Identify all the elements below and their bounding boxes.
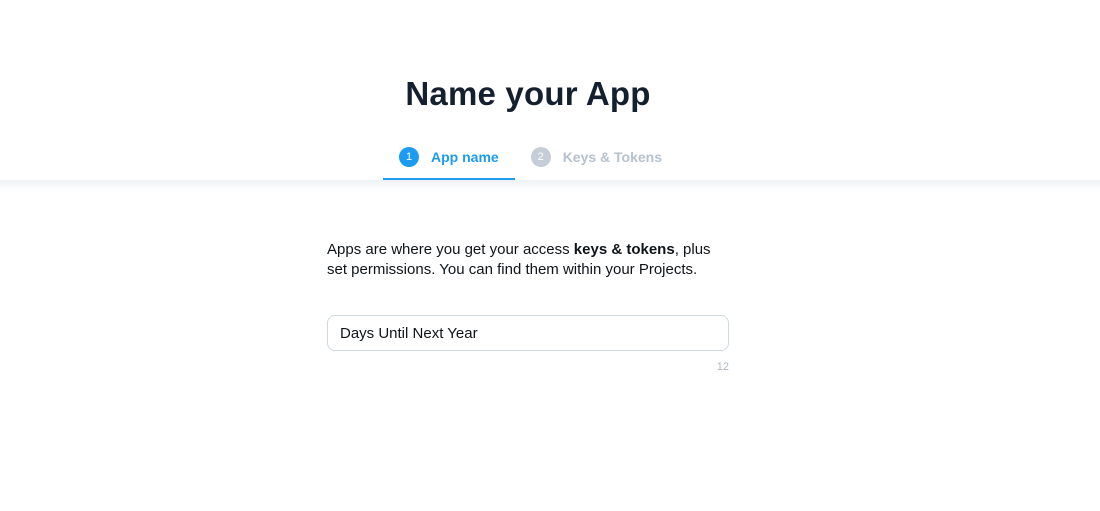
- description-bold-text: keys & tokens: [573, 241, 675, 258]
- char-counter: 12: [716, 361, 729, 373]
- app-name-field-wrap: 12: [327, 315, 729, 373]
- step-label-keys-tokens: Keys & Tokens: [562, 149, 663, 165]
- form-description: Apps are where you get your access keys …: [327, 240, 729, 280]
- header-divider: [0, 180, 1100, 190]
- step-keys-tokens[interactable]: 2 Keys & Tokens: [515, 136, 678, 178]
- step-label-app-name: App name: [431, 149, 499, 165]
- description-text-1: Apps are where you get your access: [327, 241, 574, 258]
- step-number-2: 2: [530, 147, 551, 167]
- page-title: Name your App: [405, 75, 651, 112]
- header: Name your App 1 App name 2 Keys & Tokens: [0, 0, 1100, 180]
- page: Name your App 1 App name 2 Keys & Tokens…: [0, 0, 1100, 511]
- app-name-input[interactable]: [327, 315, 729, 351]
- step-app-name[interactable]: 1 App name: [383, 136, 515, 180]
- app-name-form: Apps are where you get your access keys …: [327, 240, 729, 373]
- step-number-1: 1: [399, 147, 419, 167]
- stepper: 1 App name 2 Keys & Tokens: [383, 136, 678, 180]
